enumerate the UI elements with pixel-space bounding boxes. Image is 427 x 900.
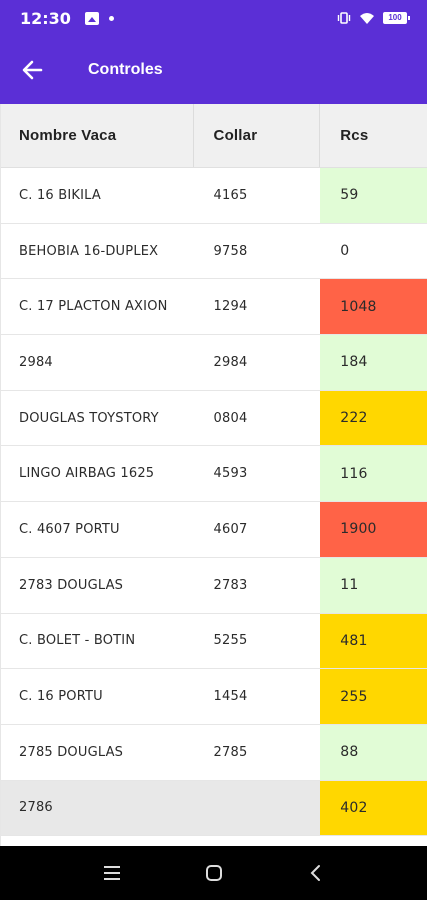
cow-name: C. BOLET - BOTIN [19, 633, 136, 649]
table-header: Nombre Vaca Collar Rcs [1, 104, 427, 168]
rcs-value: 1048 [320, 279, 427, 335]
rcs-value: 222 [320, 390, 427, 446]
rcs-value: 11 [320, 557, 427, 613]
collar-number: 5255 [213, 633, 248, 649]
collar-number: 1454 [213, 689, 248, 705]
rcs-value: 481 [320, 613, 427, 669]
collar-number: 4593 [213, 466, 248, 482]
rcs-value: 88 [320, 724, 427, 780]
back-button[interactable] [0, 36, 64, 104]
table-row[interactable]: 2785 DOUGLAS 2785 88 [1, 724, 427, 781]
table-row[interactable]: 2984 2984 184 [1, 335, 427, 391]
table-row[interactable]: C. 4607 PORTU 4607 1900 [1, 502, 427, 558]
table-row[interactable]: C. 16 BIKILA 4165 59 [1, 168, 427, 224]
collar-number: 2783 [213, 577, 248, 593]
nav-back-button[interactable] [301, 858, 331, 888]
rcs-value: 402 [320, 780, 427, 836]
arrow-left-icon [22, 60, 43, 80]
home-icon [205, 865, 222, 881]
cow-name: DOUGLAS TOYSTORY [19, 410, 159, 426]
image-notification-icon [84, 11, 99, 25]
header-rcs[interactable]: Rcs [320, 104, 427, 167]
page-title: Controles [88, 61, 163, 78]
more-notifications-icon [108, 15, 114, 21]
recent-apps-button[interactable] [97, 858, 127, 888]
cow-name: BEHOBIA 16-DUPLEX [19, 243, 159, 259]
cow-name: C. 16 PORTU [19, 689, 103, 705]
cow-name: C. 17 PLACTON AXION [19, 299, 168, 315]
vibrate-icon [337, 12, 351, 24]
header-collar[interactable]: Collar [194, 104, 321, 167]
collar-number: 4165 [213, 187, 248, 203]
status-time: 12:30 [20, 8, 71, 28]
table-row[interactable]: C. 17 PLACTON AXION 1294 1048 [1, 279, 427, 336]
cow-name: 2783 DOUGLAS [19, 577, 124, 593]
rcs-value: 0 [320, 223, 427, 279]
collar-number: 9758 [213, 243, 248, 259]
notification-icons [84, 11, 114, 25]
table-row[interactable]: 2786 402 [1, 780, 427, 837]
cow-name: 2785 DOUGLAS [19, 744, 124, 760]
cow-name: C. 4607 PORTU [19, 521, 120, 537]
collar-number: 0804 [213, 410, 248, 426]
cow-name: 2984 [19, 354, 53, 370]
collar-number [194, 781, 321, 836]
rcs-value: 255 [320, 669, 427, 724]
header-nombre-vaca[interactable]: Nombre Vaca [1, 104, 194, 167]
rcs-value: 1900 [320, 502, 427, 557]
collar-number: 1294 [213, 299, 248, 315]
collar-number: 4607 [213, 521, 248, 537]
rcs-value: 184 [320, 335, 427, 390]
controls-table: Nombre Vaca Collar Rcs C. 16 BIKILA 4165 5… [0, 104, 427, 846]
status-bar: 12:30 100 [0, 0, 427, 36]
chevron-left-icon [310, 865, 320, 881]
battery-icon: 100 [383, 12, 410, 24]
system-nav-bar [0, 846, 427, 900]
rcs-value: 59 [320, 168, 427, 223]
collar-number: 2785 [213, 744, 248, 760]
cow-name: 2786 [19, 800, 53, 816]
system-icons: 100 [337, 11, 410, 25]
menu-icon [103, 866, 120, 880]
wifi-icon [360, 13, 374, 24]
table-row[interactable]: BEHOBIA 16-DUPLEX 9758 0 [1, 223, 427, 280]
home-button[interactable] [199, 858, 229, 888]
table-row[interactable]: LINGO AIRBAG 1625 4593 116 [1, 446, 427, 503]
table-row[interactable]: 2783 DOUGLAS 2783 11 [1, 557, 427, 614]
table-row[interactable]: DOUGLAS TOYSTORY 0804 222 [1, 390, 427, 447]
rcs-value: 116 [320, 446, 427, 502]
cow-name: C. 16 BIKILA [19, 187, 101, 203]
collar-number: 2984 [213, 354, 248, 370]
table-row[interactable]: C. 16 PORTU 1454 255 [1, 669, 427, 725]
table-row[interactable]: C. BOLET - BOTIN 5255 481 [1, 613, 427, 670]
table-body: C. 16 BIKILA 4165 59 BEHOBIA 16-DUPLEX 9758 0… [1, 168, 427, 837]
app-bar: Controles [0, 36, 427, 104]
cow-name: LINGO AIRBAG 1625 [19, 466, 155, 482]
